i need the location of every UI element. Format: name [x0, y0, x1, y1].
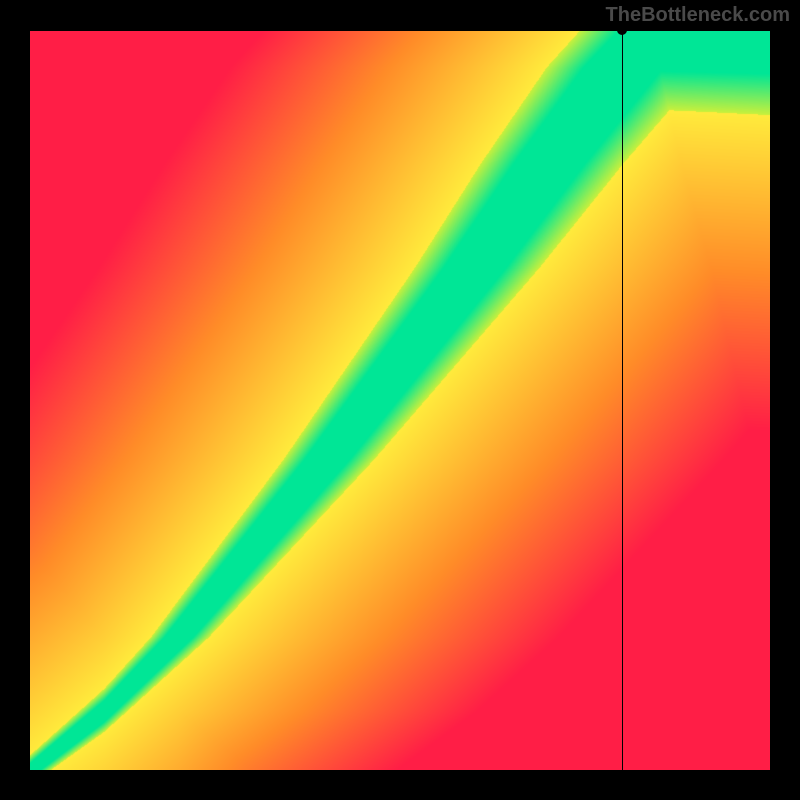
- heatmap-chart: [30, 30, 770, 770]
- crosshair-horizontal: [30, 30, 770, 31]
- crosshair-vertical: [622, 30, 623, 770]
- watermark-text: TheBottleneck.com: [606, 4, 790, 27]
- heatmap-canvas: [30, 30, 770, 770]
